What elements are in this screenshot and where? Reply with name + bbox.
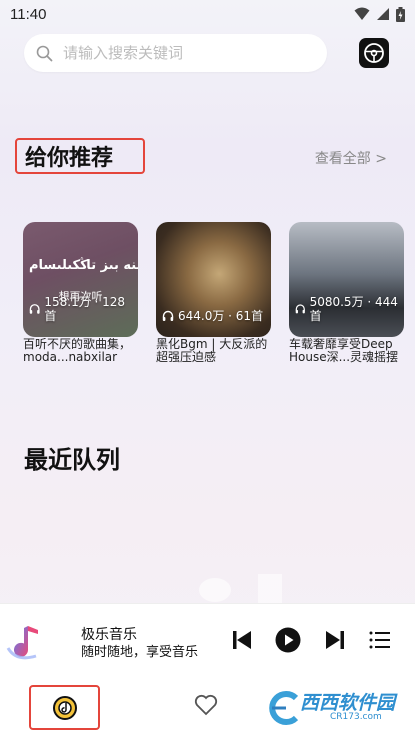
play-count-text: 644.0万 · 61首 [178,309,264,323]
music-disc-icon [52,695,77,720]
status-icons [354,6,405,22]
search-icon [36,45,53,61]
search-box[interactable] [24,34,327,72]
search-input[interactable] [61,43,295,63]
watermark-logo: 西西软件园 CR173.com [264,688,395,728]
playlist-cover: ئىنە بىز تاڭكىلىسام 想再次听 158.1万 · 128首 [23,222,138,337]
app-logo-icon [6,626,38,660]
play-count-text: 5080.5万 · 444首 [309,295,398,323]
player-subtitle: 随时随地，享受音乐 [81,645,199,660]
playlist-card[interactable]: 644.0万 · 61首 黑化Bgm | 大反派的超强压迫感 [156,222,271,372]
play-count: 644.0万 · 61首 [162,309,265,323]
watermark-c-icon [269,691,299,725]
playlist-card[interactable]: 5080.5万 · 444首 车载奢靡享受Deep House深...灵魂摇摆 [289,222,404,372]
play-count-text: 158.1万 · 128首 [44,295,126,323]
recommend-title-box: 给你推荐 [15,138,145,174]
play-count: 5080.5万 · 444首 [295,295,398,323]
playlist-menu-icon [369,631,390,649]
headphones-icon [295,304,305,314]
signal-icon [377,8,389,20]
playlist-button[interactable] [366,626,394,654]
status-time: 11:40 [10,5,47,23]
watermark-text: 西西软件园 [299,692,395,714]
bottom-nav: 西西软件园 CR173.com [0,680,415,738]
settings-wheel-icon [364,43,384,63]
skip-previous-icon [233,631,251,649]
queue-title: 最近队列 [24,446,120,474]
playlist-cover: 644.0万 · 61首 [156,222,271,337]
watermark-text-block: 西西软件园 CR173.com [300,694,395,722]
playlist-cover: 5080.5万 · 444首 [289,222,404,337]
battery-icon [396,6,405,22]
wifi-icon [354,7,370,20]
watermark-subtext: CR173.com [329,712,382,722]
mini-player[interactable]: 极乐音乐 随时随地，享受音乐 [0,603,415,681]
playlist-title: 车载奢靡享受Deep House深...灵魂摇摆 [289,338,399,364]
recommend-cards: ئىنە بىز تاڭكىلىسام 想再次听 158.1万 · 128首 百… [23,222,415,372]
nav-music-tab[interactable] [29,685,100,730]
search-row [24,34,395,72]
recommend-title: 给你推荐 [25,146,114,171]
heart-icon[interactable] [194,694,218,716]
headphones-icon [162,310,174,321]
headphones-icon [29,304,40,314]
playlist-card[interactable]: ئىنە بىز تاڭكىلىسام 想再次听 158.1万 · 128首 百… [23,222,138,372]
play-icon [275,627,301,653]
play-count: 158.1万 · 128首 [29,295,132,323]
skip-next-icon [326,631,344,649]
playlist-title: 黑化Bgm | 大反派的超强压迫感 [156,338,268,364]
play-button[interactable] [274,626,302,654]
previous-button[interactable] [228,626,256,654]
settings-button[interactable] [359,38,389,68]
cover-text: ئىنە بىز تاڭكىلىسام [29,258,138,273]
next-button[interactable] [321,626,349,654]
see-all-link[interactable]: 查看全部 > [315,148,387,168]
status-bar: 11:40 [0,0,415,28]
playlist-title: 百听不厌的歌曲集，moda...nabxilar [23,338,132,364]
